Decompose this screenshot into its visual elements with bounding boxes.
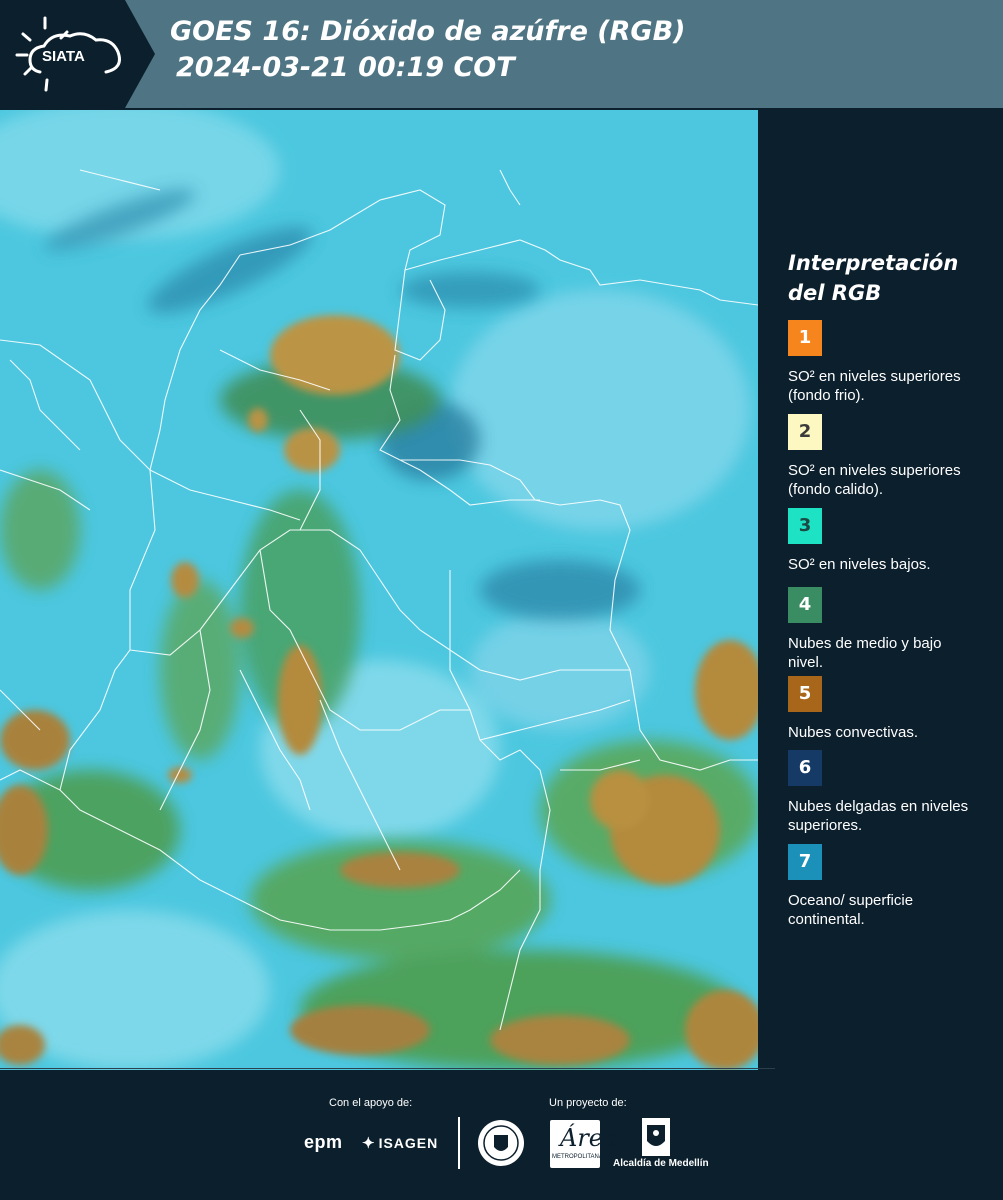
legend-label: SO² en niveles bajos. [788,556,931,573]
footer-divider-line [0,1068,775,1069]
legend-swatch: 5 [788,676,822,712]
project-label: Un proyecto de: [549,1097,627,1109]
isagen-logo: ✦ ISAGEN [362,1135,439,1152]
legend-swatch: 7 [788,844,822,880]
legend-label: Oceano/ superficie continental. [788,892,914,928]
legend-swatch: 4 [788,587,822,623]
legend-item-1: 1 SO² en niveles superiores (fondo frio). [788,320,973,405]
isagen-mark-icon: ✦ [362,1135,376,1152]
legend-item-4: 4 Nubes de medio y bajo nivel. [788,587,973,672]
legend-panel: Interpretación del RGB 1 SO² en niveles s… [788,248,988,928]
medellin-seal-icon [477,1117,525,1174]
page-title: GOES 16: Dióxido de azúfre (RGB) 2024-03… [170,14,686,86]
legend-item-3: 3 SO² en niveles bajos. [788,508,973,574]
support-label: Con el apoyo de: [329,1097,413,1109]
siata-logo: SIATA [0,0,155,108]
area-metropolitana-logo: Área METROPOLITANA [550,1120,617,1168]
legend-label: SO² en niveles superiores (fondo calido)… [788,462,961,498]
epm-logo: epm [304,1132,343,1152]
legend-label: Nubes delgadas en niveles superiores. [788,798,969,834]
header-bar: SIATA GOES 16: Dióxido de azúfre (RGB) 2… [0,0,1003,108]
legend-item-6: 6 Nubes delgadas en niveles superiores. [788,750,973,835]
legend-swatch: 6 [788,750,822,786]
legend-item-2: 2 SO² en niveles superiores (fondo calido… [788,414,973,499]
svg-text:SIATA: SIATA [42,48,85,65]
satellite-image [0,110,758,1070]
alcaldia-seal-icon [641,1117,671,1162]
alcaldia-label: Alcaldía de Medellín [613,1158,709,1169]
legend-item-5: 5 Nubes convectivas. [788,676,973,742]
legend-label: Nubes de medio y bajo nivel. [788,635,942,671]
legend-swatch: 1 [788,320,822,356]
legend-swatch: 3 [788,508,822,544]
legend-title: Interpretación del RGB [788,251,959,305]
legend-swatch: 2 [788,414,822,450]
legend-item-7: 7 Oceano/ superficie continental. [788,844,973,929]
footer: Con el apoyo de: Un proyecto de: epm ✦ IS… [0,1070,1003,1200]
title-timestamp: 2024-03-21 00:19 COT [176,52,515,83]
legend-label: Nubes convectivas. [788,724,919,741]
legend-label: SO² en niveles superiores (fondo frio). [788,368,961,404]
title-product: GOES 16: Dióxido de azúfre (RGB) [170,16,686,47]
footer-divider [458,1117,460,1169]
